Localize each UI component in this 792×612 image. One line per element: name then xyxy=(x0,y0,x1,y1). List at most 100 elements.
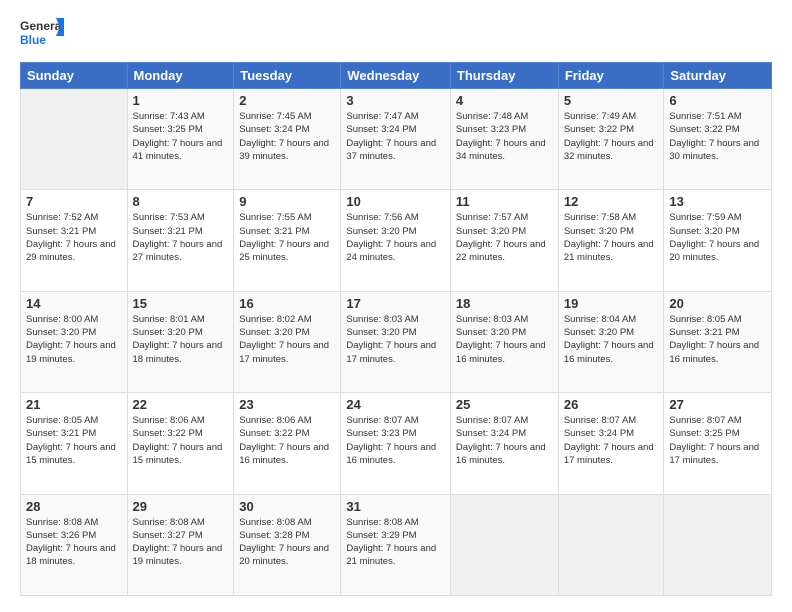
calendar-cell: 11 Sunrise: 7:57 AMSunset: 3:20 PMDayligh… xyxy=(450,190,558,291)
day-number: 29 xyxy=(133,499,229,514)
day-info: Sunrise: 8:07 AMSunset: 3:24 PMDaylight:… xyxy=(564,414,659,467)
day-info: Sunrise: 7:47 AMSunset: 3:24 PMDaylight:… xyxy=(346,110,445,163)
calendar-cell: 13 Sunrise: 7:59 AMSunset: 3:20 PMDayligh… xyxy=(664,190,772,291)
day-number: 8 xyxy=(133,194,229,209)
day-number: 3 xyxy=(346,93,445,108)
day-number: 28 xyxy=(26,499,122,514)
day-number: 9 xyxy=(239,194,335,209)
day-number: 6 xyxy=(669,93,766,108)
day-number: 30 xyxy=(239,499,335,514)
day-number: 2 xyxy=(239,93,335,108)
calendar-cell: 5 Sunrise: 7:49 AMSunset: 3:22 PMDaylight… xyxy=(558,89,664,190)
day-number: 5 xyxy=(564,93,659,108)
calendar-cell: 18Sunrise: 8:03 AMSunset: 3:20 PMDayligh… xyxy=(450,291,558,392)
day-number: 22 xyxy=(133,397,229,412)
calendar-cell: 3 Sunrise: 7:47 AMSunset: 3:24 PMDaylight… xyxy=(341,89,451,190)
day-number: 26 xyxy=(564,397,659,412)
day-info: Sunrise: 7:53 AMSunset: 3:21 PMDaylight:… xyxy=(133,211,229,264)
calendar-header-row: SundayMondayTuesdayWednesdayThursdayFrid… xyxy=(21,63,772,89)
day-info: Sunrise: 8:07 AMSunset: 3:23 PMDaylight:… xyxy=(346,414,445,467)
day-info: Sunrise: 8:05 AMSunset: 3:21 PMDaylight:… xyxy=(26,414,122,467)
day-info: Sunrise: 7:48 AMSunset: 3:23 PMDaylight:… xyxy=(456,110,553,163)
day-info: Sunrise: 8:01 AMSunset: 3:20 PMDaylight:… xyxy=(133,313,229,366)
day-info: Sunrise: 8:07 AMSunset: 3:25 PMDaylight:… xyxy=(669,414,766,467)
calendar-cell: 15Sunrise: 8:01 AMSunset: 3:20 PMDayligh… xyxy=(127,291,234,392)
day-number: 7 xyxy=(26,194,122,209)
day-number: 14 xyxy=(26,296,122,311)
day-info: Sunrise: 7:59 AMSunset: 3:20 PMDaylight:… xyxy=(669,211,766,264)
logo-svg: General Blue xyxy=(20,16,64,52)
calendar-cell: 17 Sunrise: 8:03 AMSunset: 3:20 PMDayligh… xyxy=(341,291,451,392)
calendar-cell: 30 Sunrise: 8:08 AMSunset: 3:28 PMDayligh… xyxy=(234,494,341,595)
day-number: 27 xyxy=(669,397,766,412)
calendar-cell: 28 Sunrise: 8:08 AMSunset: 3:26 PMDayligh… xyxy=(21,494,128,595)
day-number: 23 xyxy=(239,397,335,412)
calendar-cell xyxy=(664,494,772,595)
day-number: 20 xyxy=(669,296,766,311)
calendar-cell: 4 Sunrise: 7:48 AMSunset: 3:23 PMDaylight… xyxy=(450,89,558,190)
day-info: Sunrise: 8:06 AMSunset: 3:22 PMDaylight:… xyxy=(239,414,335,467)
calendar-cell: 22Sunrise: 8:06 AMSunset: 3:22 PMDayligh… xyxy=(127,393,234,494)
calendar-cell: 21 Sunrise: 8:05 AMSunset: 3:21 PMDayligh… xyxy=(21,393,128,494)
svg-text:Blue: Blue xyxy=(20,33,46,47)
day-number: 12 xyxy=(564,194,659,209)
calendar-cell: 20 Sunrise: 8:05 AMSunset: 3:21 PMDayligh… xyxy=(664,291,772,392)
day-info: Sunrise: 7:51 AMSunset: 3:22 PMDaylight:… xyxy=(669,110,766,163)
col-header-monday: Monday xyxy=(127,63,234,89)
calendar-cell: 7 Sunrise: 7:52 AMSunset: 3:21 PMDaylight… xyxy=(21,190,128,291)
day-info: Sunrise: 8:07 AMSunset: 3:24 PMDaylight:… xyxy=(456,414,553,467)
day-info: Sunrise: 8:05 AMSunset: 3:21 PMDaylight:… xyxy=(669,313,766,366)
day-number: 11 xyxy=(456,194,553,209)
calendar-week-4: 21 Sunrise: 8:05 AMSunset: 3:21 PMDayligh… xyxy=(21,393,772,494)
day-number: 19 xyxy=(564,296,659,311)
day-info: Sunrise: 7:45 AMSunset: 3:24 PMDaylight:… xyxy=(239,110,335,163)
col-header-tuesday: Tuesday xyxy=(234,63,341,89)
day-info: Sunrise: 8:08 AMSunset: 3:29 PMDaylight:… xyxy=(346,516,445,569)
day-number: 1 xyxy=(133,93,229,108)
calendar-cell: 12Sunrise: 7:58 AMSunset: 3:20 PMDayligh… xyxy=(558,190,664,291)
day-info: Sunrise: 7:55 AMSunset: 3:21 PMDaylight:… xyxy=(239,211,335,264)
day-number: 4 xyxy=(456,93,553,108)
calendar-cell: 27 Sunrise: 8:07 AMSunset: 3:25 PMDayligh… xyxy=(664,393,772,494)
day-number: 13 xyxy=(669,194,766,209)
page: General Blue SundayMondayTuesdayWednesda… xyxy=(0,0,792,612)
col-header-wednesday: Wednesday xyxy=(341,63,451,89)
calendar-cell xyxy=(558,494,664,595)
day-info: Sunrise: 8:00 AMSunset: 3:20 PMDaylight:… xyxy=(26,313,122,366)
day-info: Sunrise: 7:52 AMSunset: 3:21 PMDaylight:… xyxy=(26,211,122,264)
day-info: Sunrise: 8:08 AMSunset: 3:26 PMDaylight:… xyxy=(26,516,122,569)
calendar-cell: 29 Sunrise: 8:08 AMSunset: 3:27 PMDayligh… xyxy=(127,494,234,595)
calendar-cell: 2 Sunrise: 7:45 AMSunset: 3:24 PMDaylight… xyxy=(234,89,341,190)
col-header-thursday: Thursday xyxy=(450,63,558,89)
calendar-cell: 26 Sunrise: 8:07 AMSunset: 3:24 PMDayligh… xyxy=(558,393,664,494)
calendar-cell: 16 Sunrise: 8:02 AMSunset: 3:20 PMDayligh… xyxy=(234,291,341,392)
col-header-friday: Friday xyxy=(558,63,664,89)
calendar-cell: 8 Sunrise: 7:53 AMSunset: 3:21 PMDaylight… xyxy=(127,190,234,291)
calendar-cell: 25Sunrise: 8:07 AMSunset: 3:24 PMDayligh… xyxy=(450,393,558,494)
calendar-table: SundayMondayTuesdayWednesdayThursdayFrid… xyxy=(20,62,772,596)
day-number: 16 xyxy=(239,296,335,311)
calendar-week-5: 28 Sunrise: 8:08 AMSunset: 3:26 PMDayligh… xyxy=(21,494,772,595)
day-info: Sunrise: 8:03 AMSunset: 3:20 PMDaylight:… xyxy=(346,313,445,366)
day-info: Sunrise: 7:56 AMSunset: 3:20 PMDaylight:… xyxy=(346,211,445,264)
day-info: Sunrise: 8:02 AMSunset: 3:20 PMDaylight:… xyxy=(239,313,335,366)
day-info: Sunrise: 7:57 AMSunset: 3:20 PMDaylight:… xyxy=(456,211,553,264)
day-info: Sunrise: 7:43 AMSunset: 3:25 PMDaylight:… xyxy=(133,110,229,163)
calendar-week-2: 7 Sunrise: 7:52 AMSunset: 3:21 PMDaylight… xyxy=(21,190,772,291)
logo: General Blue xyxy=(20,16,64,52)
calendar-week-3: 14 Sunrise: 8:00 AMSunset: 3:20 PMDayligh… xyxy=(21,291,772,392)
header: General Blue xyxy=(20,16,772,52)
day-info: Sunrise: 8:03 AMSunset: 3:20 PMDaylight:… xyxy=(456,313,553,366)
day-number: 24 xyxy=(346,397,445,412)
calendar-cell: 23 Sunrise: 8:06 AMSunset: 3:22 PMDayligh… xyxy=(234,393,341,494)
calendar-cell: 10Sunrise: 7:56 AMSunset: 3:20 PMDayligh… xyxy=(341,190,451,291)
col-header-saturday: Saturday xyxy=(664,63,772,89)
calendar-cell: 19 Sunrise: 8:04 AMSunset: 3:20 PMDayligh… xyxy=(558,291,664,392)
day-info: Sunrise: 8:08 AMSunset: 3:28 PMDaylight:… xyxy=(239,516,335,569)
day-info: Sunrise: 7:49 AMSunset: 3:22 PMDaylight:… xyxy=(564,110,659,163)
day-info: Sunrise: 8:04 AMSunset: 3:20 PMDaylight:… xyxy=(564,313,659,366)
calendar-cell: 24 Sunrise: 8:07 AMSunset: 3:23 PMDayligh… xyxy=(341,393,451,494)
day-number: 17 xyxy=(346,296,445,311)
day-number: 21 xyxy=(26,397,122,412)
day-info: Sunrise: 8:08 AMSunset: 3:27 PMDaylight:… xyxy=(133,516,229,569)
